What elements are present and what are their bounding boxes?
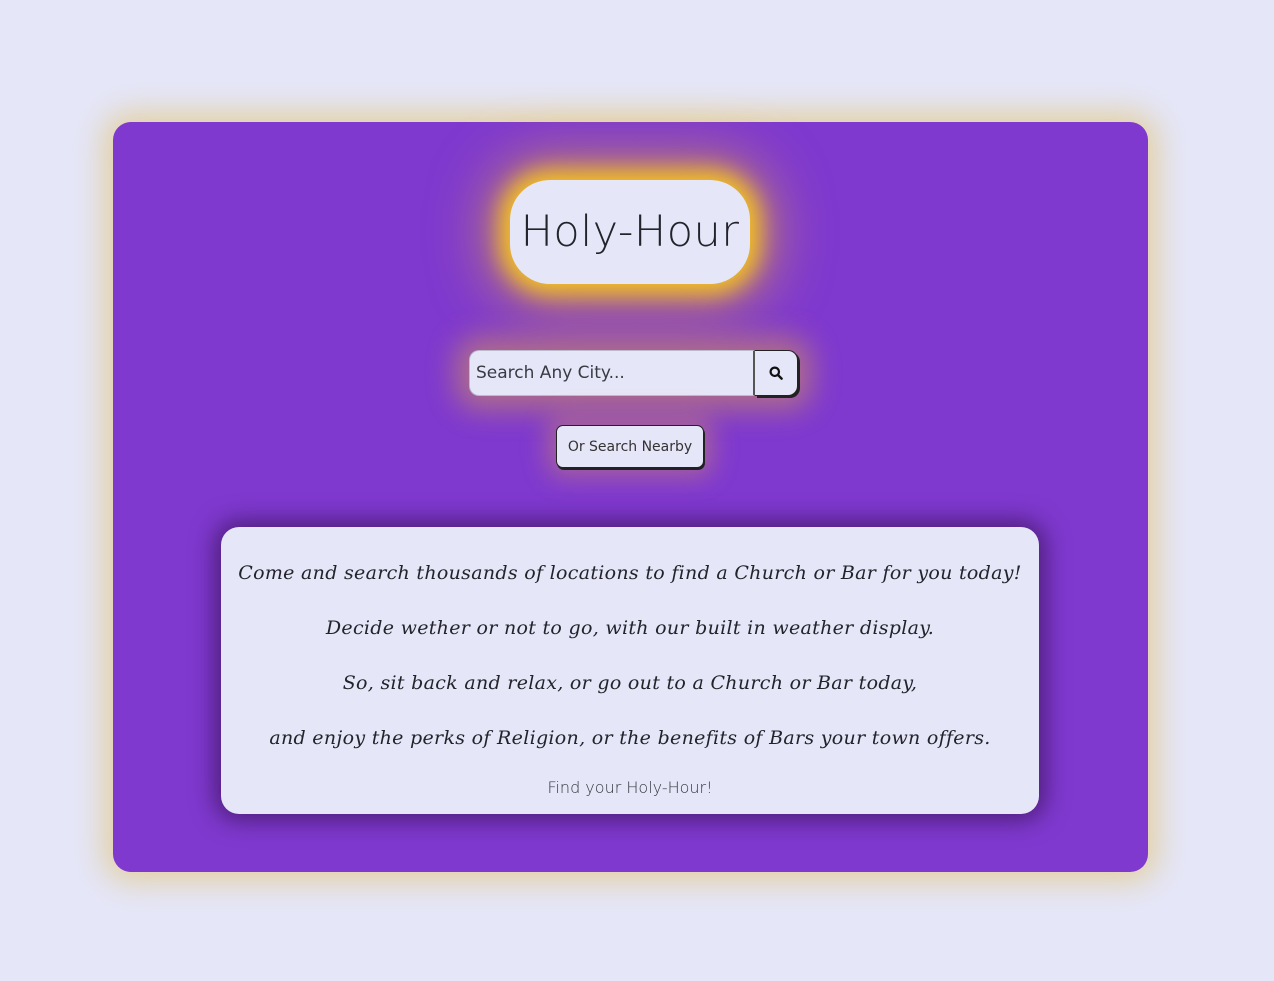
search-icon: [769, 366, 783, 380]
search-nearby-button[interactable]: Or Search Nearby: [556, 425, 704, 468]
main-card: Holy-Hour Or Search Nearby Come and sear…: [113, 122, 1148, 872]
tagline: Find your Holy-Hour!: [547, 778, 713, 797]
info-line-3: So, sit back and relax, or go out to a C…: [342, 672, 918, 694]
info-line-1: Come and search thousands of locations t…: [238, 562, 1022, 584]
info-line-4: and enjoy the perks of Religion, or the …: [269, 727, 991, 749]
search-bar: [469, 350, 798, 396]
title-badge: Holy-Hour: [510, 180, 750, 284]
info-panel: Come and search thousands of locations t…: [221, 527, 1039, 814]
app-title: Holy-Hour: [520, 207, 740, 257]
info-line-2: Decide wether or not to go, with our bui…: [325, 617, 935, 639]
search-button[interactable]: [755, 350, 798, 396]
city-search-input[interactable]: [469, 350, 755, 396]
